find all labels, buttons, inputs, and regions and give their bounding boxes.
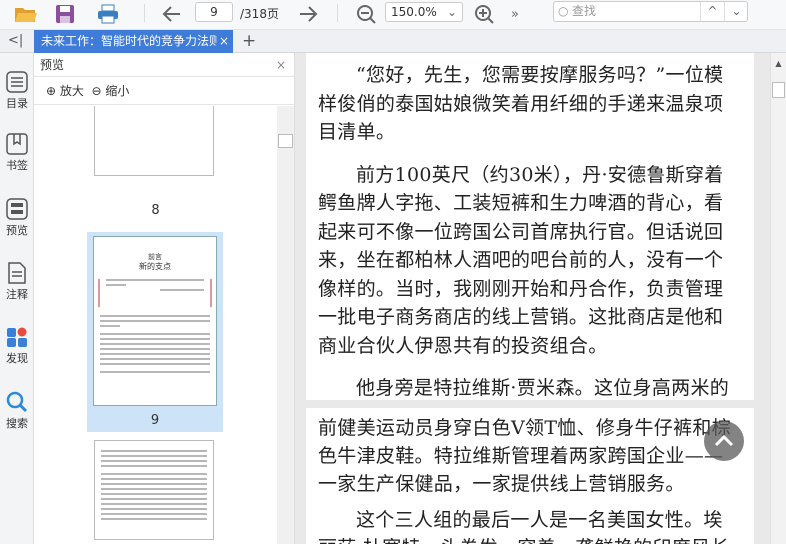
left-sidebar: 目录 书签 预览 注释 发现 搜索 (0, 53, 34, 544)
document-scrollbar[interactable]: ▲ (770, 53, 786, 544)
page-total: /318页 (240, 7, 279, 21)
thumbnail-list: 8 前言 新的支点 9 (34, 106, 277, 544)
more-button[interactable]: » (511, 3, 519, 25)
sidebar-item-bookmarks[interactable]: 书签 (0, 133, 34, 173)
document-scroll-thumb[interactable] (772, 82, 785, 98)
zoom-in-label: 放大 (59, 84, 84, 98)
zoom-out-label: 缩小 (105, 84, 130, 98)
zoom-select[interactable]: 150.0% ⌄ (385, 2, 463, 22)
tab-document[interactable]: 未来工作：智能时代的竞争力法则 × (34, 30, 233, 53)
chevron-up-icon (714, 434, 734, 447)
thumbnail-page-10[interactable] (94, 440, 214, 540)
sidebar-item-discover[interactable]: 发现 (0, 326, 34, 366)
previous-page-button[interactable] (162, 3, 182, 25)
tab-bar: <| 未来工作：智能时代的竞争力法则 × + (0, 30, 786, 53)
thumbnail-label: 8 (151, 203, 160, 218)
paragraph: 前健美运动员身穿白色V领T恤、修身牛仔裤和棕色牛津皮鞋。特拉维斯管理着两家跨国企… (318, 417, 731, 495)
close-preview-button[interactable]: × (276, 53, 286, 77)
print-icon[interactable] (97, 3, 119, 25)
toolbar: 9 /318页 150.0% ⌄ » ○ 查找 ^ ⌄ (0, 0, 786, 30)
thumbnail-label: 9 (150, 413, 160, 428)
scroll-up-arrow[interactable]: ▲ (771, 59, 786, 68)
sidebar-item-toc[interactable]: 目录 (0, 71, 34, 111)
bookmark-icon (6, 133, 28, 155)
sidebar-item-notes[interactable]: 注释 (0, 262, 34, 302)
preview-scroll-thumb[interactable] (278, 134, 293, 148)
document-page: 前健美运动员身穿白色V领T恤、修身牛仔裤和棕色牛津皮鞋。特拉维斯管理着两家跨国企… (306, 408, 754, 544)
search-icon: ○ (558, 4, 569, 18)
add-tab-button[interactable]: + (242, 31, 256, 51)
paragraph: 他身旁是特拉维斯·贾米森。这位身高两米的 (356, 377, 730, 399)
sidebar-label: 目录 (6, 97, 28, 110)
collapse-sidebar-button[interactable]: <| (8, 33, 23, 48)
thumbnail-page-9-selected[interactable]: 前言 新的支点 9 (87, 232, 223, 432)
search-input[interactable]: ○ 查找 ^ ⌄ (553, 1, 748, 22)
thumb-subheading: 新的支点 (139, 262, 171, 271)
zoom-value: 150.0% (391, 5, 437, 19)
thumbnail-page-8[interactable] (94, 106, 214, 176)
search-next-button[interactable]: ⌄ (724, 2, 748, 21)
search-prev-button[interactable]: ^ (700, 2, 724, 21)
next-page-button[interactable] (298, 3, 318, 25)
preview-title: 预览 (40, 58, 65, 72)
list-icon (6, 71, 28, 93)
preview-panel: 预览 × ⊕ 放大 ⊖ 缩小 8 前言 新的支点 9 (34, 53, 295, 544)
tab-close-button[interactable]: × (218, 30, 229, 53)
zoom-out-icon[interactable] (356, 3, 376, 25)
paragraph: 前方100英尺（约30米），丹·安德鲁斯穿着鳄鱼牌人字拖、工装短裤和生力啤酒的背… (318, 163, 724, 357)
page-number-input[interactable]: 9 (195, 2, 233, 22)
search-icon (6, 391, 28, 413)
open-folder-icon[interactable] (14, 3, 38, 25)
save-icon[interactable] (55, 3, 75, 25)
note-icon (8, 262, 26, 284)
preview-zoom-out-button[interactable]: ⊖ 缩小 (92, 84, 130, 98)
thumb-heading: 前言 (148, 253, 162, 261)
document-page: “您好，先生，您需要按摩服务吗？”一位模样俊俏的泰国姑娘微笑着用纤细的手递来温泉… (306, 53, 754, 400)
apps-icon (7, 327, 27, 347)
sidebar-label: 发现 (6, 352, 28, 365)
sidebar-item-search[interactable]: 搜索 (0, 391, 34, 431)
sidebar-label: 搜索 (6, 417, 28, 430)
preview-zoom-in-button[interactable]: ⊕ 放大 (46, 84, 84, 98)
chevron-down-icon: ⌄ (446, 5, 457, 19)
tab-title: 未来工作：智能时代的竞争力法则 (41, 34, 217, 48)
sidebar-label: 注释 (6, 288, 28, 301)
zoom-in-icon[interactable] (474, 3, 494, 25)
search-placeholder: 查找 (572, 4, 597, 18)
sidebar-item-preview[interactable]: 预览 (0, 198, 34, 238)
sidebar-label: 书签 (6, 159, 28, 172)
preview-scrollbar[interactable] (277, 106, 294, 544)
preview-icon (6, 198, 28, 220)
paragraph: 这个三人组的最后一人是一名美国女性。埃丽莎·杜塞特一头卷发，穿着一袭鲜艳的印度风… (318, 509, 729, 544)
sidebar-label: 预览 (6, 224, 28, 237)
back-to-top-button[interactable] (704, 421, 744, 461)
document-view: “您好，先生，您需要按摩服务吗？”一位模样俊俏的泰国姑娘微笑着用纤细的手递来温泉… (295, 53, 770, 544)
paragraph: “您好，先生，您需要按摩服务吗？”一位模样俊俏的泰国姑娘微笑着用纤细的手递来温泉… (318, 64, 724, 143)
